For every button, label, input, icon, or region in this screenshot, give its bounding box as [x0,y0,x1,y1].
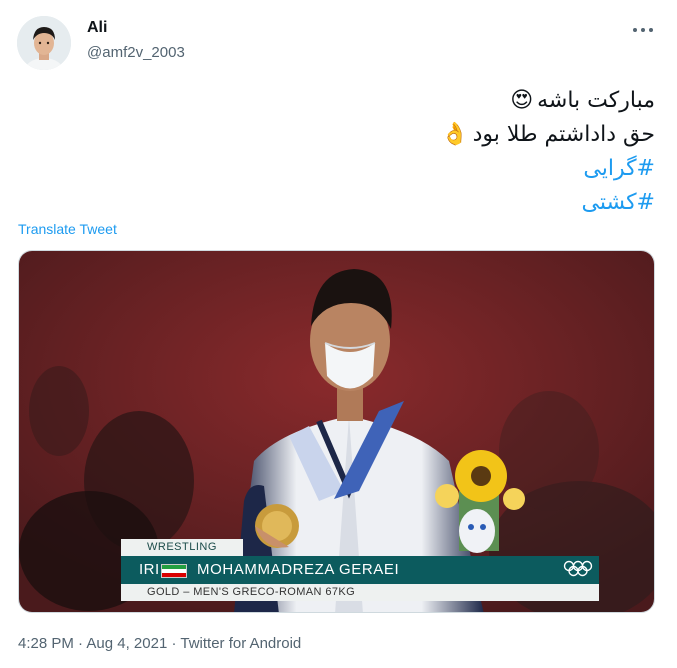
tweet-media-image[interactable]: WRESTLING IRI MOHAMMADREZA GERAEI GOLD – [18,250,655,613]
ok-hand-emoji-icon: 👌 [441,122,469,147]
heart-eyes-emoji-icon: 😍 [510,88,534,113]
meta-separator: · [78,635,84,652]
iran-flag-icon [161,564,187,578]
broadcast-event: GOLD – MEN'S GRECO-ROMAN 67KG [121,584,599,601]
tweet-time[interactable]: 4:28 PM [18,635,74,652]
user-avatar-icon [17,16,71,70]
tweet-text-line1: مبارکت باشه [537,88,655,113]
broadcast-name-bar: IRI MOHAMMADREZA GERAEI [121,556,599,584]
tweet-date[interactable]: Aug 4, 2021 [86,635,167,652]
broadcast-country-code: IRI [139,561,160,578]
translate-tweet-link[interactable]: Translate Tweet [18,221,117,237]
hashtag-link-1[interactable]: #گرایی [55,152,655,186]
olympic-rings-icon [563,560,593,577]
broadcast-lower-third: WRESTLING IRI MOHAMMADREZA GERAEI GOLD – [121,539,599,601]
tweet-line-1: مبارکت باشه😍 [55,84,655,118]
more-options-icon[interactable] [633,22,653,38]
tweet-source[interactable]: Twitter for Android [180,635,301,652]
tweet-text-line2: حق داداشتم طلا بود [472,122,655,147]
tweet-meta: 4:28 PM · Aug 4, 2021 · Twitter for Andr… [18,635,301,652]
display-name[interactable]: Ali [87,19,107,37]
user-handle[interactable]: @amf2v_2003 [87,44,185,61]
avatar[interactable] [17,16,71,70]
hashtag-link-2[interactable]: #کشتی [55,186,655,220]
broadcast-athlete-name: MOHAMMADREZA GERAEI [197,561,400,578]
tweet-text: مبارکت باشه😍 حق داداشتم طلا بود👌 #گرایی … [55,84,655,220]
meta-separator: · [171,635,177,652]
tweet-card: Ali @amf2v_2003 مبارکت باشه😍 حق داداشتم … [0,0,677,668]
tweet-line-2: حق داداشتم طلا بود👌 [55,118,655,152]
broadcast-category: WRESTLING [121,539,243,556]
